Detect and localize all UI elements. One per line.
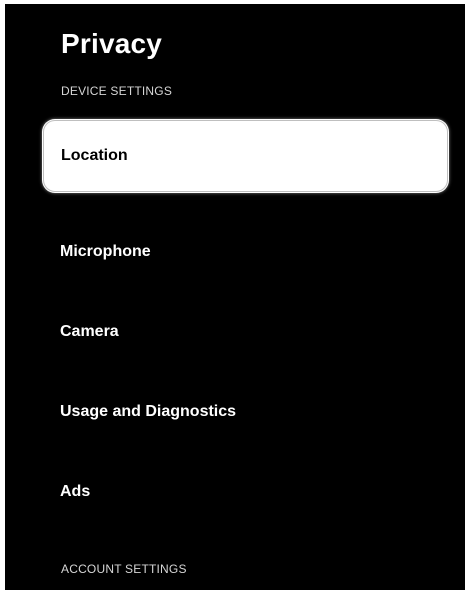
section-label-device-settings: DEVICE SETTINGS	[61, 84, 173, 98]
menu-item-label: Camera	[60, 323, 119, 340]
menu-item-label: Usage and Diagnostics	[60, 403, 237, 420]
page-title: Privacy	[61, 28, 163, 59]
menu-item-label: Microphone	[60, 243, 151, 260]
section-label-account-settings: ACCOUNT SETTINGS	[61, 562, 187, 576]
menu-item-label: Ads	[60, 483, 91, 500]
menu-item-label: Location	[61, 147, 128, 164]
menu-item-ads[interactable]: Ads	[43, 456, 448, 528]
menu-item-usage-and-diagnostics[interactable]: Usage and Diagnostics	[43, 376, 448, 448]
privacy-settings-screen: Privacy DEVICE SETTINGS Location Microph…	[5, 4, 465, 590]
menu-item-microphone[interactable]: Microphone	[43, 216, 448, 288]
menu-item-location[interactable]: Location	[43, 120, 448, 192]
menu-item-camera[interactable]: Camera	[43, 296, 448, 368]
